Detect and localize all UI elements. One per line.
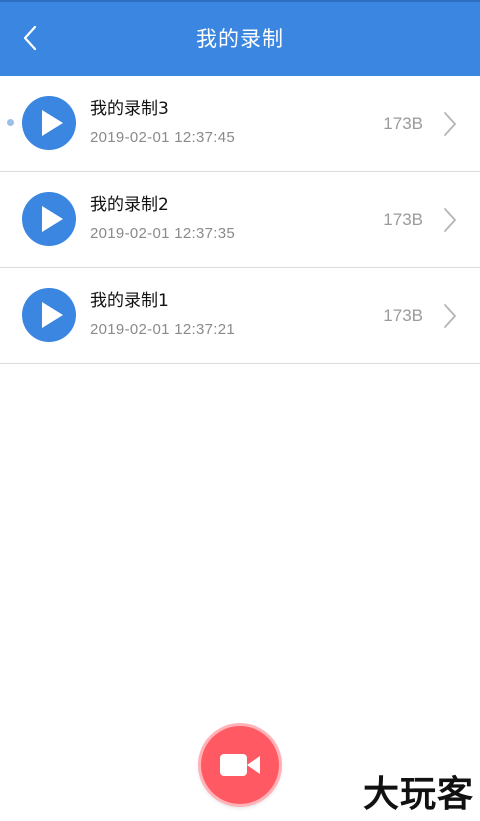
chevron-right-icon [444, 208, 456, 232]
recording-datetime: 2019-02-01 12:37:35 [90, 225, 235, 242]
unread-dot [7, 119, 14, 126]
watermark-logo: 大玩客 [362, 774, 474, 815]
page-title: 我的录制 [196, 27, 284, 51]
play-icon[interactable] [22, 96, 76, 150]
recording-name: 我的录制2 [90, 195, 169, 215]
recording-name: 我的录制3 [90, 99, 169, 119]
play-icon[interactable] [22, 288, 76, 342]
record-button[interactable] [201, 726, 279, 804]
top-app-bar: 我的录制 [0, 0, 480, 76]
chevron-right-icon [444, 304, 456, 328]
recording-name: 我的录制1 [90, 291, 169, 311]
play-icon[interactable] [22, 192, 76, 246]
recording-datetime: 2019-02-01 12:37:21 [90, 321, 235, 338]
recording-size: 173B [383, 114, 423, 133]
recordings-list: 我的录制3 2019-02-01 12:37:45 173B 我的录制2 201… [0, 76, 480, 364]
chevron-right-icon [444, 112, 456, 136]
recording-size: 173B [383, 210, 423, 229]
app-screen: 我的录制 我的录制3 2019-02-01 12:37:45 173B 我的录制… [0, 0, 480, 821]
recording-row-3[interactable]: 我的录制3 2019-02-01 12:37:45 173B [0, 76, 480, 172]
recording-size: 173B [383, 306, 423, 325]
recording-row-1[interactable]: 我的录制1 2019-02-01 12:37:21 173B [0, 268, 480, 364]
video-camera-icon [220, 754, 260, 776]
recording-datetime: 2019-02-01 12:37:45 [90, 129, 235, 146]
recording-row-2[interactable]: 我的录制2 2019-02-01 12:37:35 173B [0, 172, 480, 268]
